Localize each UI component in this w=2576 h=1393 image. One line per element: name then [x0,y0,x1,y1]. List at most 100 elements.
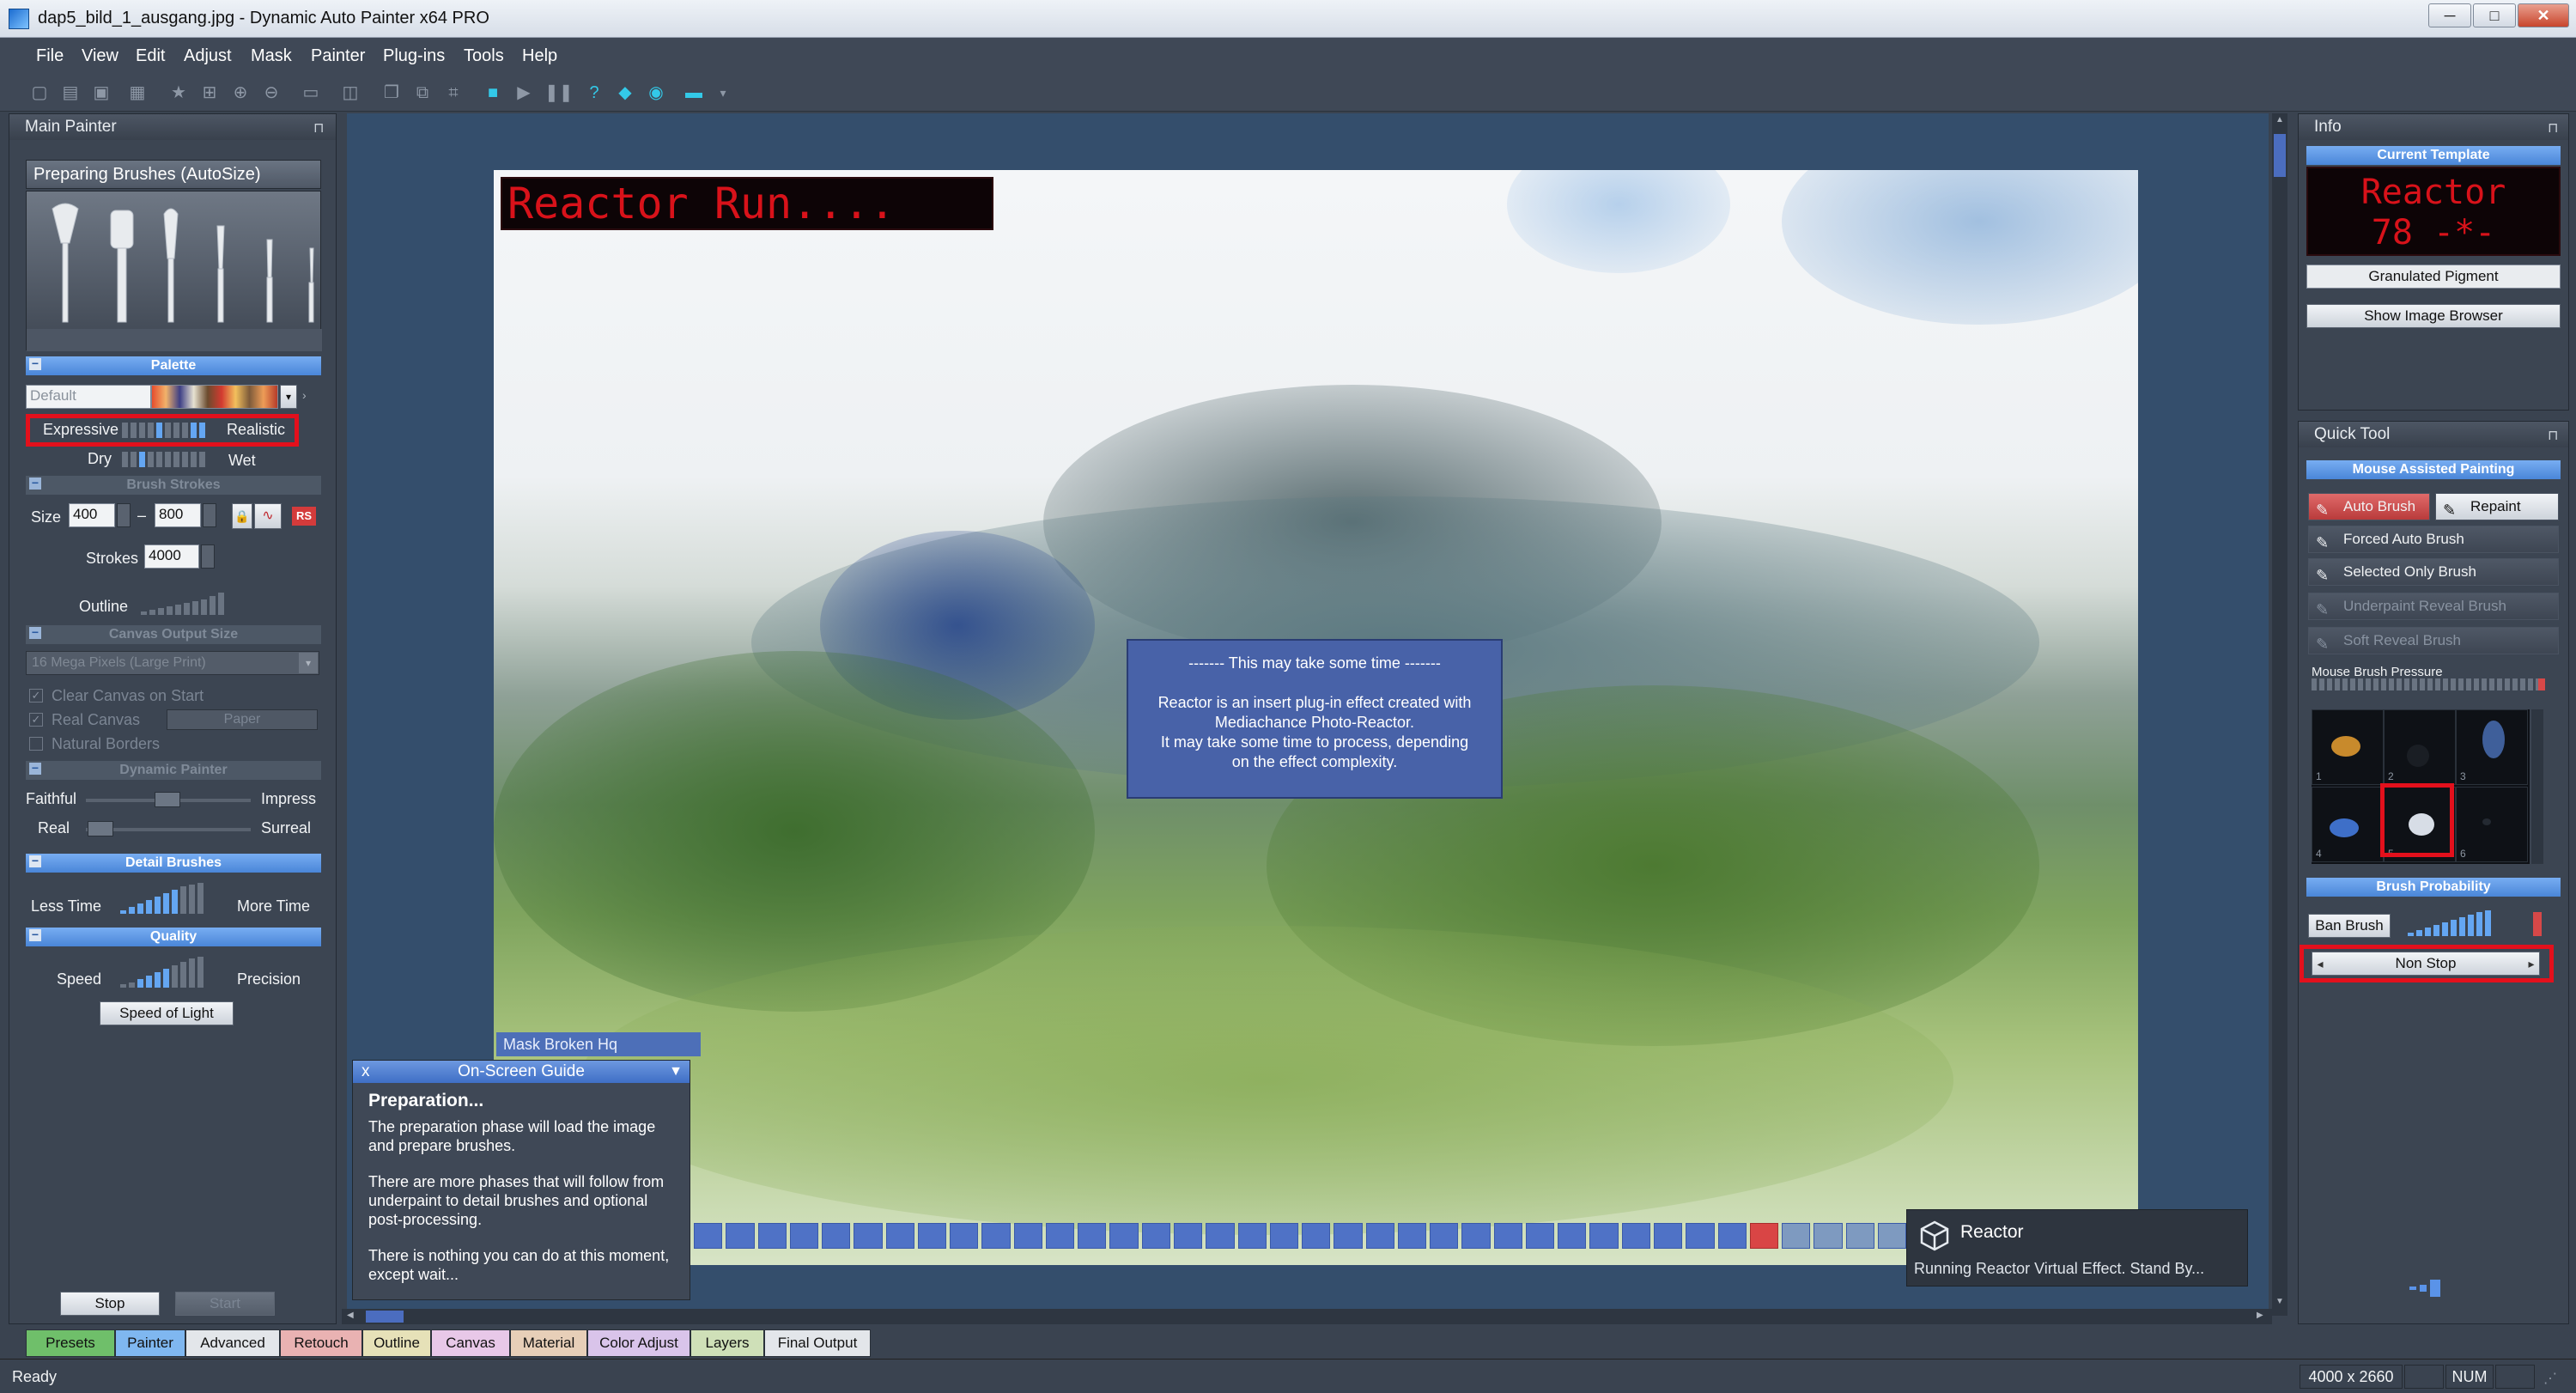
speed-of-light-button[interactable]: Speed of Light [100,1001,234,1025]
outline-meter[interactable] [141,589,227,615]
guide-dropdown-icon[interactable]: ▼ [669,1061,683,1083]
rs-badge[interactable]: RS [292,507,316,526]
non-stop-right-arrow[interactable]: ▸ [2524,953,2538,974]
clear-canvas-checkbox[interactable]: ✓ [29,689,43,703]
pressure-curve-icon[interactable]: ∿ [254,503,282,529]
style-meter[interactable] [122,421,216,438]
forced-auto-brush-button[interactable]: ✎ Forced Auto Brush [2308,526,2559,553]
palette-preset-field[interactable]: Default [26,385,151,409]
repaint-button[interactable]: ✎ Repaint [2435,493,2559,520]
palette-arrow-icon[interactable]: › [302,388,307,402]
pause-icon[interactable]: ❚❚ [544,82,574,103]
maximize-button[interactable]: □ [2473,3,2516,27]
open-folder-icon[interactable]: ▤ [60,82,81,103]
canvas-size-select[interactable]: 16 Mega Pixels (Large Print) [26,651,319,675]
collapse-icon[interactable]: − [29,477,41,490]
collapse-icon[interactable]: − [29,626,41,639]
paper-button[interactable]: Paper [167,709,318,730]
horizontal-scroll-thumb[interactable] [366,1311,404,1323]
fit-window-icon[interactable]: ◫ [340,82,361,103]
strokes-input[interactable]: 4000 [144,544,199,569]
stop-button[interactable]: Stop [60,1292,160,1316]
dynamic-painter-section[interactable]: − Dynamic Painter [26,761,321,780]
soft-reveal-brush-button[interactable]: ✎ Soft Reveal Brush [2308,627,2559,654]
real-surreal-thumb[interactable] [88,821,113,836]
detail-meter[interactable] [120,881,223,914]
play-icon[interactable]: ▶ [513,82,534,103]
tab-retouch[interactable]: Retouch [280,1329,362,1357]
ban-brush-button[interactable]: Ban Brush [2308,914,2391,938]
underpaint-reveal-brush-button[interactable]: ✎ Underpaint Reveal Brush [2308,593,2559,620]
scroll-up-icon[interactable]: ▲ [2274,115,2286,125]
help-question-icon[interactable]: ? [584,82,605,103]
vertical-scrollbar[interactable] [2272,113,2287,1316]
pin-icon[interactable]: ⊓ [2548,427,2558,444]
menu-plugins[interactable]: Plug-ins [383,46,445,66]
pin-icon[interactable]: ⊓ [313,119,324,137]
mouse-pressure-slider[interactable] [2312,678,2543,690]
dry-wet-meter[interactable] [122,450,216,467]
show-image-browser-button[interactable]: Show Image Browser [2306,304,2561,328]
brush-grid-scrollbar[interactable] [2531,709,2543,864]
tab-advanced[interactable]: Advanced [185,1329,280,1357]
detail-brushes-section[interactable]: − Detail Brushes [26,854,321,873]
crop-icon[interactable]: ⌗ [443,82,464,103]
horizontal-scrollbar[interactable] [342,1309,2272,1324]
auto-brush-button[interactable]: ✎ Auto Brush [2308,493,2430,520]
copy-icon[interactable]: ❐ [381,82,402,103]
scroll-down-icon[interactable]: ▼ [2274,1297,2286,1307]
non-stop-selector[interactable]: Non Stop [2312,952,2540,976]
menu-adjust[interactable]: Adjust [184,46,232,66]
selected-only-brush-button[interactable]: ✎ Selected Only Brush [2308,558,2559,586]
brush-cell[interactable]: 1 [2312,709,2384,785]
tab-outline[interactable]: Outline [362,1329,431,1357]
palette-dropdown-button[interactable]: ▾ [280,385,297,409]
stop-square-icon[interactable]: ■ [483,82,503,103]
pin-icon[interactable]: ⊓ [2548,119,2558,137]
canvas-size-dropdown-icon[interactable]: ▾ [299,653,318,673]
brush-strokes-section[interactable]: − Brush Strokes [26,476,321,495]
guide-close-icon[interactable]: x [361,1061,370,1083]
tab-color-adjust[interactable]: Color Adjust [587,1329,690,1357]
collapse-icon[interactable]: − [29,855,41,867]
canvas-output-section[interactable]: − Canvas Output Size [26,625,321,644]
tab-layers[interactable]: Layers [690,1329,764,1357]
natural-borders-checkbox[interactable] [29,737,43,751]
strokes-spinner[interactable] [201,544,215,569]
lock-icon[interactable]: 🔒 [232,503,252,529]
non-stop-left-arrow[interactable]: ◂ [2313,953,2327,974]
resize-grip-icon[interactable]: ⋰ [2543,1370,2557,1387]
scroll-right-icon[interactable]: ▶ [2257,1311,2269,1323]
menu-edit[interactable]: Edit [136,46,165,66]
tab-painter[interactable]: Painter [115,1329,185,1357]
tab-canvas[interactable]: Canvas [431,1329,510,1357]
actual-size-icon[interactable]: ▭ [301,82,321,103]
real-canvas-checkbox[interactable]: ✓ [29,713,43,727]
quality-meter[interactable] [120,955,223,988]
toolbar-more-icon[interactable]: ▾ [713,82,733,103]
brush-cell[interactable]: 6 [2456,787,2528,862]
brush-probability-meter[interactable] [2408,909,2542,936]
tab-presets[interactable]: Presets [26,1329,115,1357]
palette-color-strip[interactable] [151,385,278,409]
collapse-icon[interactable]: − [29,357,41,370]
layers-diamond-icon[interactable]: ◆ [615,82,635,103]
menu-help[interactable]: Help [522,46,557,66]
new-file-icon[interactable]: ▢ [29,82,50,103]
menu-view[interactable]: View [82,46,118,66]
menu-tools[interactable]: Tools [464,46,504,66]
menu-painter[interactable]: Painter [311,46,365,66]
faithful-impress-thumb[interactable] [155,792,180,807]
zoom-fit-icon[interactable]: ⊞ [199,82,220,103]
save-as-icon[interactable]: ▦ [127,82,148,103]
save-icon[interactable]: ▣ [91,82,112,103]
zoom-out-icon[interactable]: ⊖ [261,82,282,103]
menu-file[interactable]: File [36,46,64,66]
size-max-spinner[interactable] [203,503,216,527]
tab-material[interactable]: Material [510,1329,587,1357]
start-button[interactable]: Start [175,1292,275,1316]
scroll-left-icon[interactable]: ◀ [347,1311,359,1323]
collapse-icon[interactable]: − [29,928,41,941]
resize-icon[interactable]: ⧉ [412,82,433,103]
zoom-in-icon[interactable]: ⊕ [230,82,251,103]
